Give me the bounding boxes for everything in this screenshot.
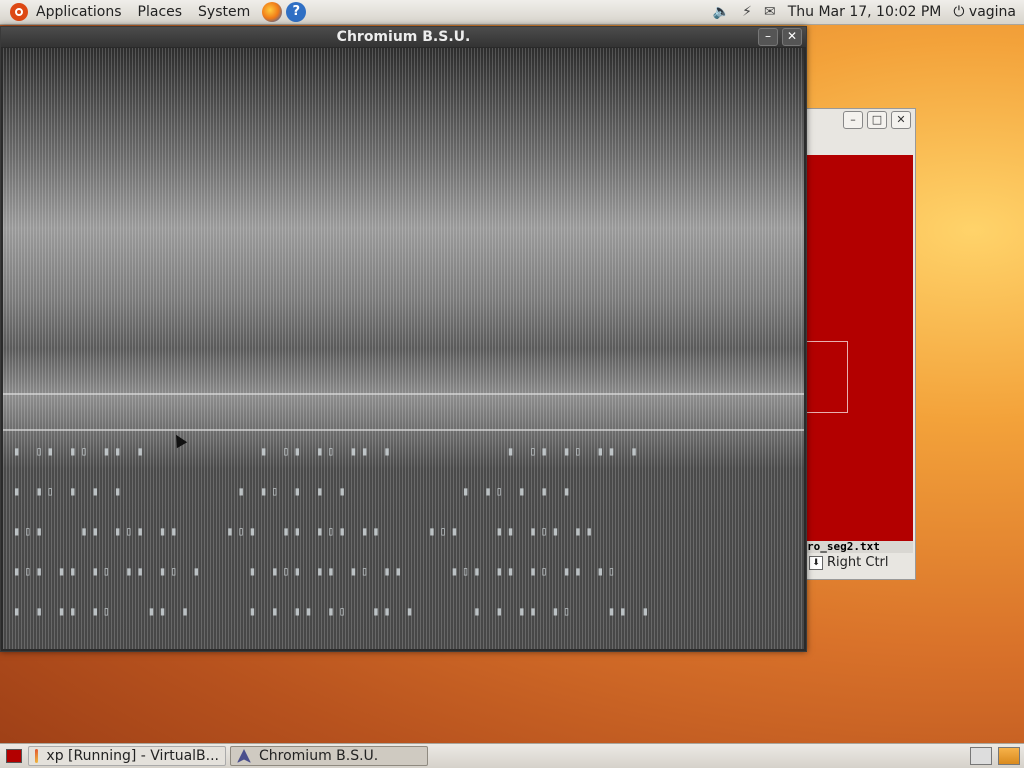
- ubuntu-logo-icon[interactable]: [10, 3, 28, 21]
- menu-places[interactable]: Places: [130, 4, 191, 20]
- minimize-button[interactable]: –: [758, 28, 778, 46]
- trash-icon[interactable]: [998, 747, 1020, 765]
- chromium-window[interactable]: Chromium B.S.U. – ✕ ▮ ▯▮ ▮▯ ▮▮ ▮ ▮ ▯▮ ▮▯…: [0, 26, 807, 652]
- vm-display[interactable]: [807, 155, 913, 541]
- volume-icon[interactable]: 🔈: [713, 4, 730, 20]
- background-window[interactable]: – □ ✕ ro_seg2.txt ⬇ Right Ctrl: [806, 108, 916, 580]
- bottom-panel: xp [Running] - VirtualB... Chromium B.S.…: [0, 743, 1024, 768]
- clock[interactable]: Thu Mar 17, 10:02 PM: [788, 4, 942, 20]
- game-canvas[interactable]: ▮ ▯▮ ▮▯ ▮▮ ▮ ▮ ▯▮ ▮▯ ▮▮ ▮ ▮ ▯▮ ▮▯ ▮▮ ▮ ▮…: [3, 48, 804, 649]
- mail-icon[interactable]: ✉: [764, 4, 776, 20]
- scanline-divider: [3, 429, 804, 431]
- keyboard-icon: ⬇: [809, 555, 823, 570]
- window-controls: – ✕: [758, 28, 806, 46]
- close-button[interactable]: ✕: [891, 111, 911, 129]
- firefox-icon[interactable]: [262, 2, 283, 22]
- menu-applications[interactable]: Applications: [28, 4, 130, 20]
- minimize-button[interactable]: –: [843, 111, 863, 129]
- host-key-indicator: ⬇ Right Ctrl: [809, 555, 889, 570]
- window-title: Chromium B.S.U.: [336, 29, 471, 45]
- user-name: vagina: [968, 4, 1016, 20]
- taskbar-item-label: xp [Running] - VirtualB...: [46, 748, 219, 764]
- vm-display-box: [807, 341, 848, 413]
- host-key-label: Right Ctrl: [827, 555, 889, 570]
- show-desktop-icon[interactable]: [6, 749, 22, 763]
- help-icon[interactable]: ?: [286, 2, 307, 22]
- scanline-divider: [3, 393, 804, 395]
- taskbar-item-virtualbox[interactable]: xp [Running] - VirtualB...: [28, 746, 226, 766]
- background-window-titlebar[interactable]: – □ ✕: [807, 109, 915, 131]
- user-menu[interactable]: ⏻ vagina: [953, 4, 1016, 20]
- chromium-titlebar[interactable]: Chromium B.S.U. – ✕: [1, 27, 806, 47]
- main-menu: Applications Places System ?: [0, 0, 312, 24]
- panel-right: [970, 747, 1024, 765]
- garbled-text: ▮ ▯▮ ▮▯ ▮▮ ▮ ▮ ▯▮ ▮▯ ▮▮ ▮ ▮ ▯▮ ▮▯ ▮▮ ▮: [13, 444, 642, 458]
- taskbar-item-label: Chromium B.S.U.: [259, 748, 379, 764]
- garbled-text: ▮ ▮▯ ▮ ▮ ▮ ▮ ▮▯ ▮ ▮ ▮ ▮ ▮▯ ▮ ▮ ▮: [13, 484, 575, 498]
- system-tray: 🔈 ⚡ ✉ Thu Mar 17, 10:02 PM ⏻ vagina: [713, 4, 1024, 20]
- taskbar-item-chromium[interactable]: Chromium B.S.U.: [230, 746, 428, 766]
- vm-filename: ro_seg2.txt: [807, 541, 913, 553]
- garbled-text: ▮▯▮ ▮▮ ▮▯ ▮▮ ▮▯ ▮ ▮ ▮▯▮ ▮▮ ▮▯ ▮▮ ▮▯▮ ▮▮ …: [13, 564, 620, 578]
- power-icon: ⏻: [953, 4, 965, 20]
- maximize-button[interactable]: □: [867, 111, 887, 129]
- menu-system[interactable]: System: [190, 4, 258, 20]
- network-icon[interactable]: ⚡: [742, 4, 752, 20]
- top-panel: Applications Places System ? 🔈 ⚡ ✉ Thu M…: [0, 0, 1024, 25]
- jet-icon: [237, 749, 251, 763]
- garbled-text: ▮▯▮ ▮▮ ▮▯▮ ▮▮ ▮▯▮ ▮▮ ▮▯▮ ▮▮ ▮▯▮ ▮▮ ▮▯▮ ▮…: [13, 524, 597, 538]
- virtualbox-icon: [35, 749, 39, 763]
- close-button[interactable]: ✕: [782, 28, 802, 46]
- workspace-switcher-icon[interactable]: [970, 747, 992, 765]
- garbled-text: ▮ ▮ ▮▮ ▮▯ ▮▮ ▮ ▮ ▮ ▮▮ ▮▯ ▮▮ ▮ ▮ ▮ ▮▮ ▮▯ …: [13, 604, 653, 618]
